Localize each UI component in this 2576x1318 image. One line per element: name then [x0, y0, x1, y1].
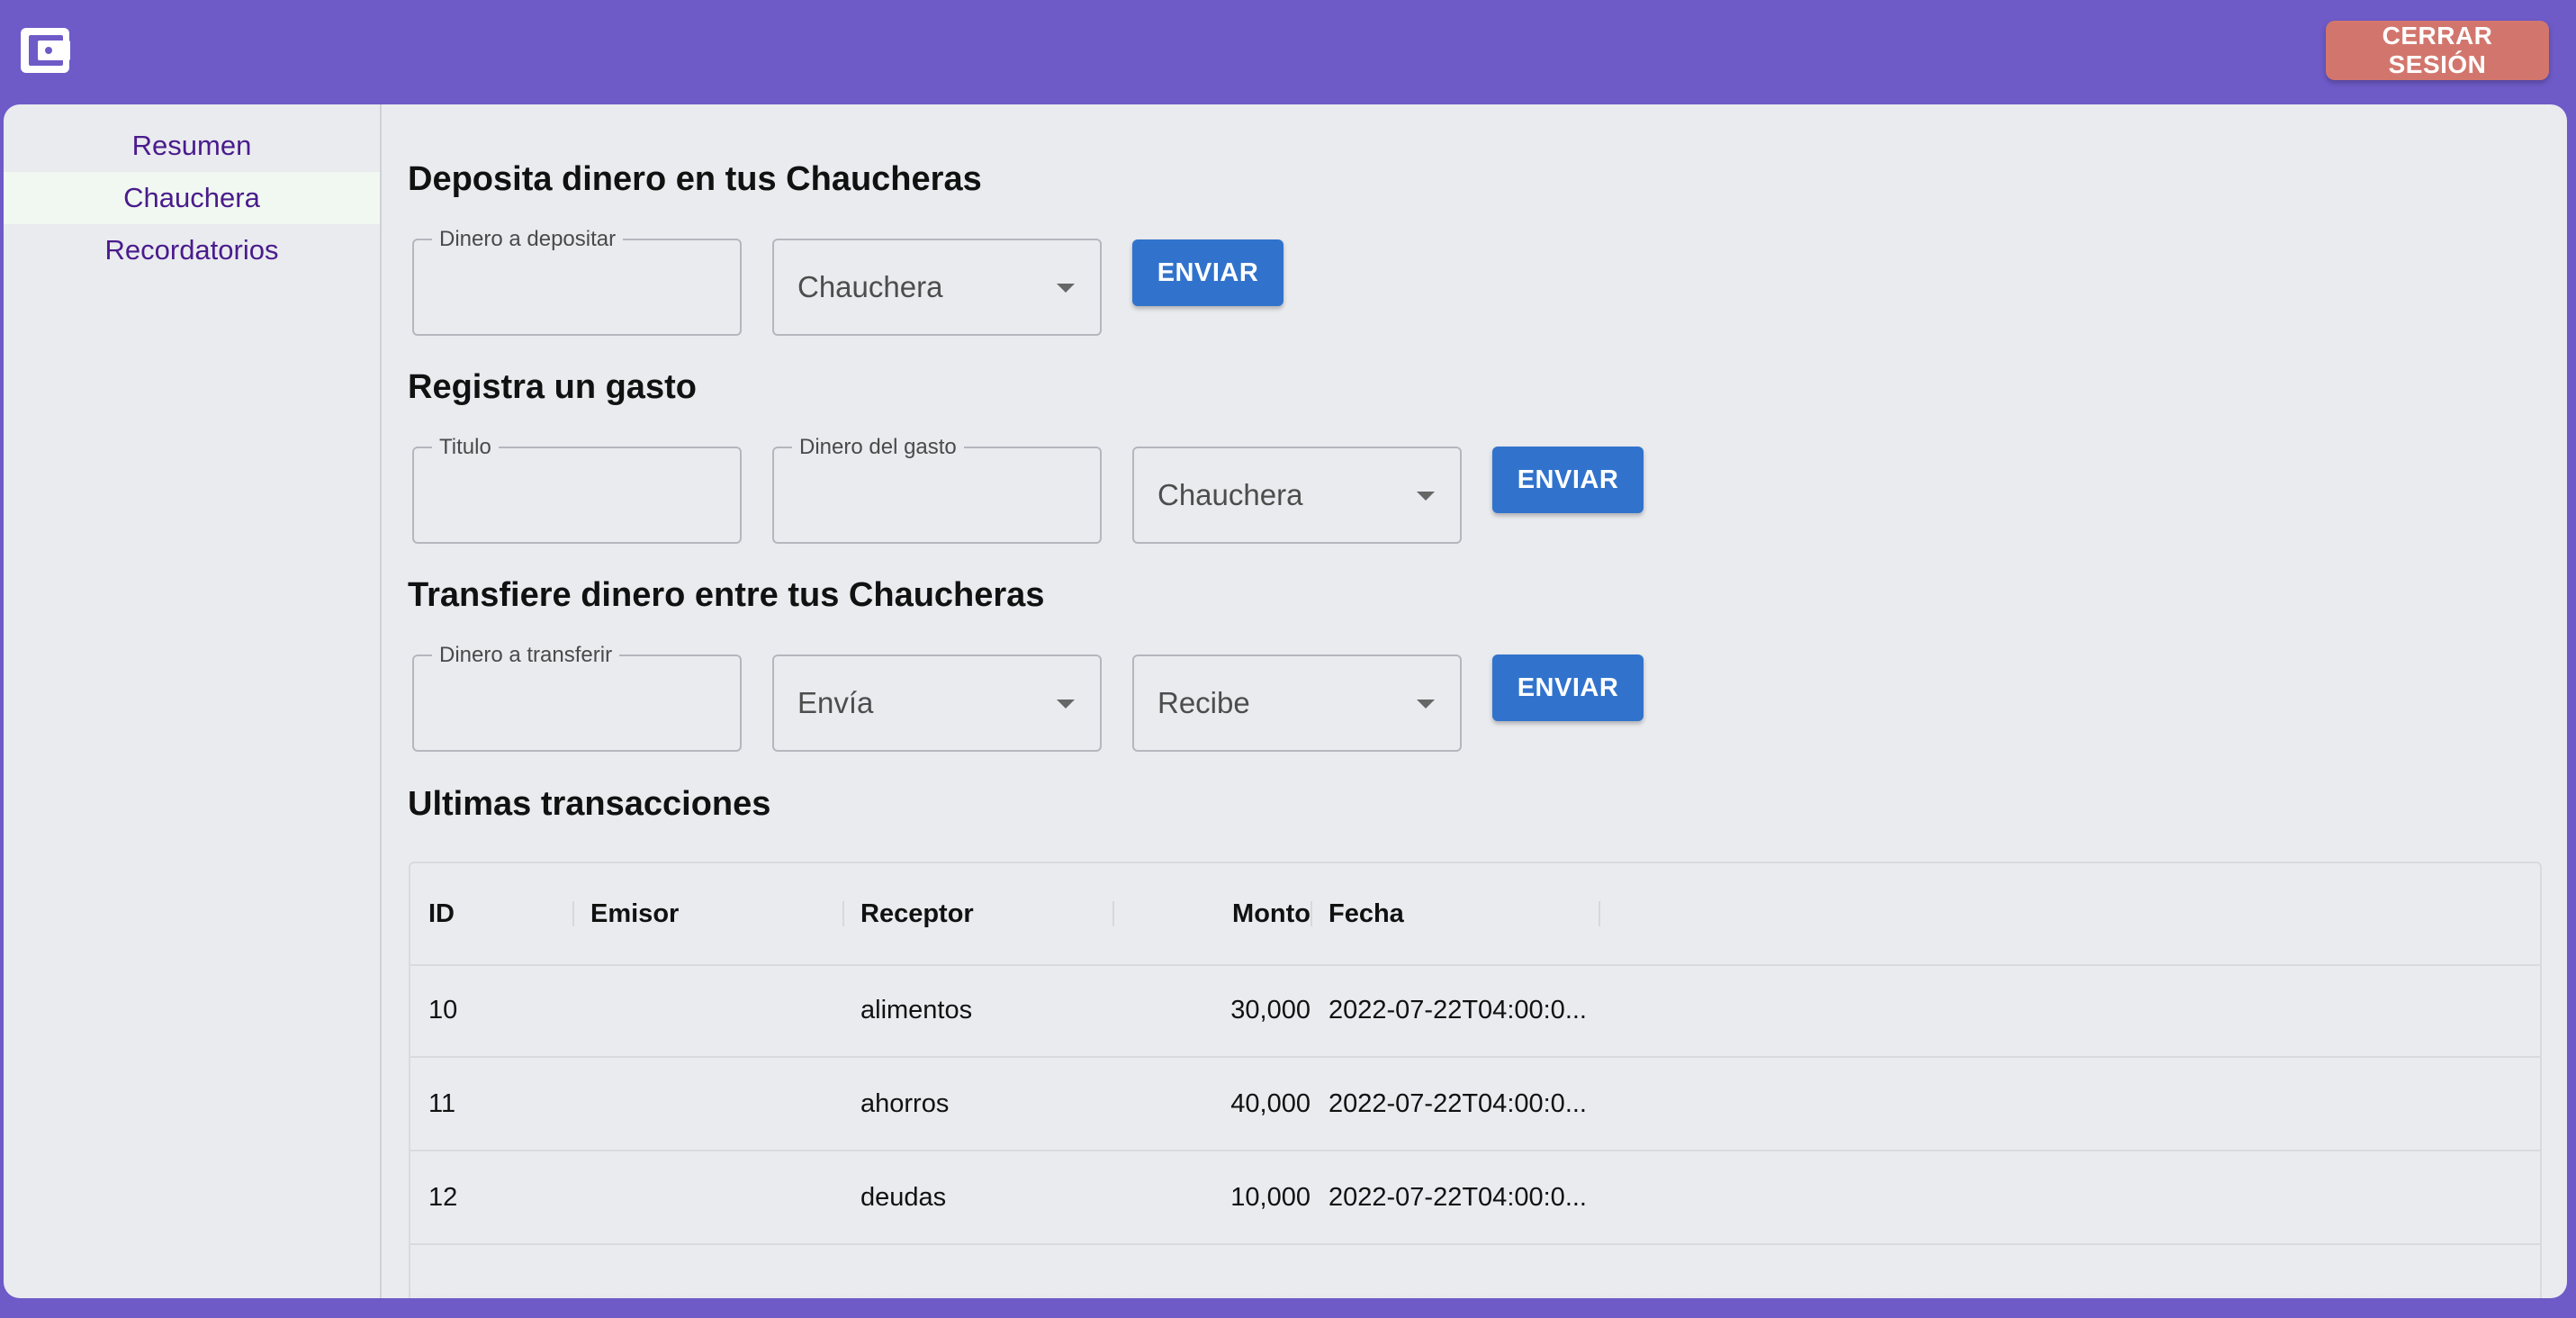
- column-header-receptor[interactable]: Receptor: [860, 863, 1112, 964]
- column-header-fecha[interactable]: Fecha: [1329, 863, 1599, 964]
- expense-title-field[interactable]: Titulo: [412, 435, 742, 544]
- column-header-monto[interactable]: Monto: [1130, 863, 1311, 964]
- table-row[interactable]: 10 alimentos 30,000 2022-07-22T04:00:0..…: [410, 964, 2540, 1058]
- expense-heading: Registra un gasto: [408, 368, 697, 406]
- cell-receptor: deudas: [860, 1182, 947, 1212]
- deposit-amount-input[interactable]: [414, 240, 740, 334]
- cell-monto: 30,000: [1230, 995, 1311, 1025]
- sidebar: Resumen Chauchera Recordatorios: [4, 104, 382, 1298]
- deposit-wallet-select[interactable]: Chauchera: [772, 239, 1102, 336]
- chevron-down-icon: [1057, 700, 1075, 709]
- transfer-to-value: Recibe: [1157, 686, 1250, 719]
- chevron-down-icon: [1417, 492, 1435, 501]
- deposit-heading: Deposita dinero en tus Chaucheras: [408, 160, 982, 198]
- transfer-amount-input[interactable]: [414, 656, 740, 750]
- transactions-table: ID Emisor Receptor Monto Fecha 10 alimen…: [409, 862, 2542, 1298]
- column-separator[interactable]: [1311, 901, 1312, 926]
- transfer-submit-button[interactable]: ENVIAR: [1492, 654, 1644, 721]
- transfer-from-value: Envía: [797, 686, 874, 719]
- expense-amount-field[interactable]: Dinero del gasto: [772, 435, 1102, 544]
- cell-id: 12: [428, 1182, 458, 1212]
- app-bar: CERRAR SESIÓN: [0, 0, 2576, 104]
- wallet-icon[interactable]: [20, 24, 70, 75]
- cell-emisor: [590, 1151, 842, 1243]
- transfer-heading: Transfiere dinero entre tus Chaucheras: [408, 576, 1045, 614]
- deposit-amount-field[interactable]: Dinero a depositar: [412, 227, 742, 336]
- chevron-down-icon: [1417, 700, 1435, 709]
- cell-monto: 40,000: [1230, 1088, 1311, 1118]
- transfer-from-select[interactable]: Envía: [772, 654, 1102, 752]
- cell-id: 11: [428, 1088, 456, 1118]
- sidebar-item-recordatorios[interactable]: Recordatorios: [4, 224, 380, 276]
- sidebar-item-resumen[interactable]: Resumen: [4, 120, 380, 172]
- table-header: ID Emisor Receptor Monto Fecha: [410, 863, 2540, 966]
- table-row[interactable]: 12 deudas 10,000 2022-07-22T04:00:0...: [410, 1151, 2540, 1245]
- column-separator[interactable]: [1599, 901, 1600, 926]
- cell-id: 10: [428, 995, 458, 1025]
- cell-receptor: alimentos: [860, 995, 973, 1025]
- transactions-heading: Ultimas transacciones: [408, 785, 771, 823]
- expense-wallet-select[interactable]: Chauchera: [1132, 447, 1462, 544]
- logout-button[interactable]: CERRAR SESIÓN: [2326, 21, 2549, 80]
- table-row[interactable]: 11 ahorros 40,000 2022-07-22T04:00:0...: [410, 1058, 2540, 1151]
- expense-title-input[interactable]: [414, 448, 740, 542]
- column-separator[interactable]: [572, 901, 574, 926]
- expense-wallet-value: Chauchera: [1157, 478, 1303, 511]
- main-panel: Resumen Chauchera Recordatorios Deposita…: [4, 104, 2567, 1298]
- deposit-wallet-value: Chauchera: [797, 270, 943, 303]
- sidebar-item-chauchera[interactable]: Chauchera: [4, 172, 380, 224]
- cell-fecha: 2022-07-22T04:00:0...: [1329, 995, 1587, 1025]
- table-scroll-shadow: [410, 1292, 2540, 1298]
- expense-amount-input[interactable]: [774, 448, 1100, 542]
- chevron-down-icon: [1057, 284, 1075, 293]
- cell-fecha: 2022-07-22T04:00:0...: [1329, 1182, 1587, 1212]
- column-separator[interactable]: [842, 901, 844, 926]
- cell-emisor: [590, 1058, 842, 1150]
- column-header-id[interactable]: ID: [428, 863, 572, 964]
- cell-monto: 10,000: [1230, 1182, 1311, 1212]
- cell-receptor: ahorros: [860, 1088, 950, 1118]
- cell-emisor: [590, 964, 842, 1056]
- column-separator[interactable]: [1112, 901, 1114, 926]
- transfer-amount-field[interactable]: Dinero a transferir: [412, 643, 742, 752]
- column-header-emisor[interactable]: Emisor: [590, 863, 842, 964]
- deposit-submit-button[interactable]: ENVIAR: [1132, 239, 1283, 306]
- expense-submit-button[interactable]: ENVIAR: [1492, 447, 1644, 513]
- transfer-to-select[interactable]: Recibe: [1132, 654, 1462, 752]
- cell-fecha: 2022-07-22T04:00:0...: [1329, 1088, 1587, 1118]
